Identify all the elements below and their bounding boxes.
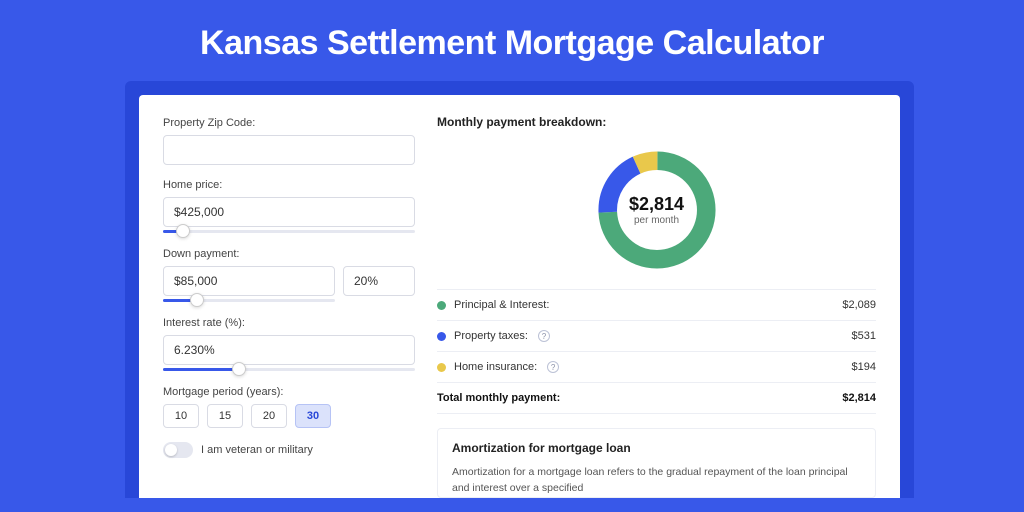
info-icon[interactable]: ?: [547, 361, 559, 373]
dot-icon: [437, 363, 446, 372]
donut-center-value: $2,814: [629, 194, 684, 215]
page-title: Kansas Settlement Mortgage Calculator: [0, 0, 1024, 81]
breakdown-legend: Principal & Interest: $2,089 Property ta…: [437, 289, 876, 414]
calculator-card: Property Zip Code: Home price: Down paym…: [139, 95, 900, 498]
period-options: 10 15 20 30: [163, 404, 415, 428]
amortization-title: Amortization for mortgage loan: [452, 441, 861, 455]
home-price-input[interactable]: [163, 197, 415, 227]
legend-total-label: Total monthly payment:: [437, 392, 560, 404]
legend-label: Home insurance:: [454, 361, 537, 373]
form-panel: Property Zip Code: Home price: Down paym…: [163, 115, 415, 498]
legend-row-principal: Principal & Interest: $2,089: [437, 290, 876, 321]
legend-value: $194: [852, 361, 876, 373]
period-label: Mortgage period (years):: [163, 386, 415, 398]
amortization-text: Amortization for a mortgage loan refers …: [452, 465, 861, 497]
down-payment-label: Down payment:: [163, 248, 415, 260]
home-price-label: Home price:: [163, 179, 415, 191]
dot-icon: [437, 301, 446, 310]
period-option-20[interactable]: 20: [251, 404, 287, 428]
down-payment-slider[interactable]: [163, 295, 335, 309]
breakdown-panel: Monthly payment breakdown: $2,814 per mo…: [415, 115, 876, 498]
info-icon[interactable]: ?: [538, 330, 550, 342]
home-price-slider[interactable]: [163, 226, 415, 240]
legend-label: Property taxes:: [454, 330, 528, 342]
zip-input[interactable]: [163, 135, 415, 165]
legend-row-taxes: Property taxes: ? $531: [437, 321, 876, 352]
interest-rate-slider[interactable]: [163, 364, 415, 378]
period-option-30[interactable]: 30: [295, 404, 331, 428]
down-payment-percent-input[interactable]: [343, 266, 415, 296]
amortization-section: Amortization for mortgage loan Amortizat…: [437, 428, 876, 498]
legend-row-insurance: Home insurance: ? $194: [437, 352, 876, 383]
calculator-frame: Property Zip Code: Home price: Down paym…: [125, 81, 914, 498]
legend-value: $531: [852, 330, 876, 342]
veteran-toggle[interactable]: [163, 442, 193, 458]
donut-chart-area: $2,814 per month: [437, 141, 876, 289]
donut-center-sub: per month: [634, 215, 679, 226]
breakdown-title: Monthly payment breakdown:: [437, 115, 876, 129]
legend-row-total: Total monthly payment: $2,814: [437, 383, 876, 414]
down-payment-amount-input[interactable]: [163, 266, 335, 296]
interest-rate-label: Interest rate (%):: [163, 317, 415, 329]
legend-value: $2,089: [842, 299, 876, 311]
interest-rate-input[interactable]: [163, 335, 415, 365]
period-option-10[interactable]: 10: [163, 404, 199, 428]
legend-total-value: $2,814: [842, 392, 876, 404]
dot-icon: [437, 332, 446, 341]
donut-chart: $2,814 per month: [592, 145, 722, 275]
period-option-15[interactable]: 15: [207, 404, 243, 428]
legend-label: Principal & Interest:: [454, 299, 549, 311]
veteran-label: I am veteran or military: [201, 444, 313, 456]
zip-label: Property Zip Code:: [163, 117, 415, 129]
